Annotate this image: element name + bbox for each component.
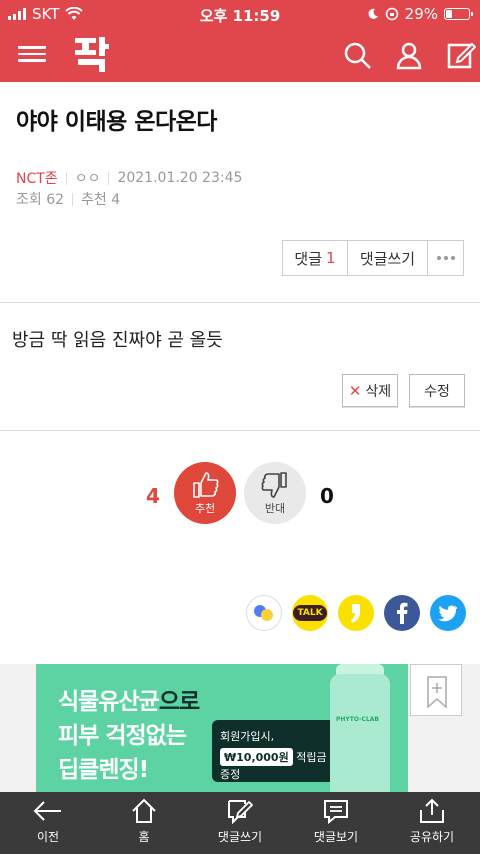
tab-back[interactable]: 이전 <box>0 792 96 854</box>
bottom-nav: 이전 홈 댓글쓰기 댓글보기 공유하기 <box>0 792 480 854</box>
write-comment-icon <box>228 800 254 824</box>
recommend-button[interactable]: 추천 <box>174 462 236 524</box>
facebook-icon[interactable] <box>384 595 420 631</box>
menu-icon[interactable] <box>18 42 46 68</box>
pann-logo[interactable] <box>72 34 110 74</box>
divider <box>65 171 67 185</box>
comment-actions: 댓글 1 댓글쓰기 <box>282 240 464 276</box>
comment-count: 1 <box>326 249 336 267</box>
divider <box>108 171 110 185</box>
moon-icon <box>368 8 378 19</box>
post-stats: 조회 62 추천 4 <box>16 189 120 209</box>
battery-icon <box>444 8 473 20</box>
ad-bubble: 회원가입시, ₩10,000원 적립금 증정 <box>212 720 340 782</box>
share-icon <box>420 798 444 823</box>
home-icon <box>132 798 156 823</box>
section-divider <box>0 302 480 303</box>
post-datetime: 2021.01.20 23:45 <box>117 170 243 186</box>
write-icon[interactable] <box>446 40 476 70</box>
author-sub: ㅇㅇ <box>74 171 101 187</box>
downvote-count: 0 <box>320 484 334 508</box>
post-meta: NCT존 ㅇㅇ 2021.01.20 23:45 <box>16 168 242 188</box>
app-header <box>0 28 480 82</box>
ad-line-1: 식물유산균으로 <box>58 689 200 715</box>
ad-bookmark-button[interactable] <box>410 664 462 716</box>
ad-line-2: 피부 걱정없는 <box>58 723 187 749</box>
more-dots-icon <box>436 256 455 260</box>
ad-banner[interactable]: 식물유산균으로 피부 걱정없는 딥클렌징! 회원가입시, ₩10,000원 적립… <box>0 664 480 792</box>
battery-percent: 29% <box>404 5 438 23</box>
comments-button[interactable]: 댓글 1 <box>283 241 348 275</box>
view-comments-icon <box>324 800 348 824</box>
oppose-button[interactable]: 반대 <box>244 462 306 524</box>
comment-text: 방금 딱 읽음 진짜야 곧 올듯 <box>12 330 223 351</box>
divider <box>72 192 74 206</box>
edit-button[interactable]: 수정 <box>409 374 465 407</box>
ad-line-3: 딥클렌징! <box>58 757 149 783</box>
tab-write-comment[interactable]: 댓글쓰기 <box>192 792 288 854</box>
status-bar: SKT 오후 11:59 29% <box>0 0 480 28</box>
delete-button[interactable]: ✕ 삭제 <box>342 374 398 407</box>
recommend-count: 추천 4 <box>81 192 121 208</box>
dual-icon[interactable] <box>246 595 282 631</box>
close-icon: ✕ <box>348 381 362 400</box>
product-bottle: PHYTO-CLAB <box>330 674 390 792</box>
upvote-count: 4 <box>146 484 160 508</box>
write-comment-button[interactable]: 댓글쓰기 <box>348 241 428 275</box>
bookmark-add-icon <box>427 676 447 709</box>
thumbs-down-icon <box>261 472 287 498</box>
more-button[interactable] <box>428 241 463 275</box>
user-icon[interactable] <box>394 40 424 70</box>
kakaostory-icon[interactable] <box>338 595 374 631</box>
view-count: 조회 62 <box>16 192 65 208</box>
section-divider <box>0 430 480 431</box>
rotation-lock-icon <box>385 7 398 21</box>
twitter-icon[interactable] <box>430 595 466 631</box>
post-title: 야야 이태용 온다온다 <box>16 109 217 135</box>
back-arrow-icon <box>33 801 61 821</box>
tab-home[interactable]: 홈 <box>96 792 192 854</box>
tab-share[interactable]: 공유하기 <box>384 792 480 854</box>
thumbs-up-icon <box>193 472 219 498</box>
search-icon[interactable] <box>342 40 372 70</box>
author-name[interactable]: NCT존 <box>16 168 58 188</box>
kakaotalk-icon[interactable]: TALK <box>292 595 328 631</box>
tab-view-comments[interactable]: 댓글보기 <box>288 792 384 854</box>
